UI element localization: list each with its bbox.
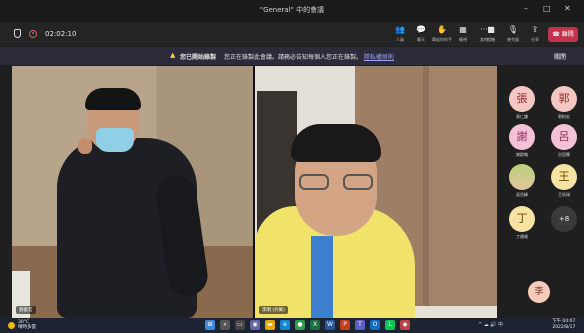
- banner-text: 您正在錄製此會議。請務必告知每個人您正在錄製。: [223, 54, 362, 61]
- participant-tile[interactable]: 王 王佑瑞: [544, 164, 584, 198]
- rooms-icon: ▦: [459, 25, 467, 34]
- warning-icon: ▲: [170, 51, 176, 59]
- face-mask: [96, 128, 134, 152]
- camera-icon: ■: [487, 25, 495, 34]
- excel-icon[interactable]: X: [310, 320, 320, 330]
- more-participants-button[interactable]: +8: [544, 206, 584, 232]
- share-button[interactable]: ⇪ 分享: [524, 25, 546, 43]
- shelf: [405, 306, 497, 318]
- people-icon: 👥: [395, 25, 405, 34]
- people-button[interactable]: 👥 人員: [389, 25, 411, 43]
- leave-button[interactable]: ☎ 離開: [548, 27, 578, 42]
- participant-name: 張仁謙: [516, 114, 528, 119]
- camera-label: 相機: [487, 37, 495, 42]
- dismiss-banner-button[interactable]: 關閉: [554, 52, 566, 61]
- participant-name: 呂昆霖: [558, 152, 570, 157]
- avatar-photo: [509, 164, 535, 190]
- maximize-button[interactable]: □: [543, 4, 551, 13]
- mic-label: 麥克風: [507, 37, 519, 42]
- teams-chat-icon[interactable]: ◉: [250, 320, 260, 330]
- meeting-toolbar: 02:02:10 👥 人員 💬 聊天 ✋ 舉起你的手 ▦ 檢視 ··· 其他 ■ 相機 🎙 麥…: [0, 22, 584, 46]
- chat-label: 聊天: [417, 37, 425, 42]
- participant-name: 王佑瑞: [558, 192, 570, 197]
- view-button[interactable]: ▦ 檢視: [452, 25, 474, 43]
- participant-tile[interactable]: 張 張仁謙: [502, 86, 542, 120]
- avatar: 郭: [551, 86, 577, 112]
- task-view-icon[interactable]: ▭: [235, 320, 245, 330]
- participant-hand: [78, 138, 92, 154]
- avatar: 謝: [509, 124, 535, 150]
- raise-hand-label: 舉起你的手: [432, 37, 452, 42]
- tile-name-right: 李明 (外賓): [259, 306, 288, 314]
- view-label: 檢視: [459, 37, 467, 42]
- file-explorer-icon[interactable]: ▬: [265, 320, 275, 330]
- raise-hand-button[interactable]: ✋ 舉起你的手: [431, 25, 453, 43]
- banner-message: 您已開始錄製 您正在錄製此會議。請務必告知每個人您正在錄製。 隱私權原則: [180, 52, 394, 61]
- more-participants-count: +8: [551, 206, 577, 232]
- glasses: [299, 174, 375, 192]
- mic-button[interactable]: 🎙 麥克風: [502, 25, 524, 43]
- clock[interactable]: 下午 04:07 2022/8/17: [552, 319, 575, 331]
- video-stage: 劉俊宏 李明 (外賓): [12, 66, 497, 318]
- participant-tile[interactable]: 吳岳峰: [502, 164, 542, 198]
- participant-name: 吳岳峰: [516, 192, 528, 197]
- video-tile-left[interactable]: 劉俊宏: [12, 66, 253, 318]
- participant-name: 謝群翰: [516, 152, 528, 157]
- phone-icon: ☎: [552, 31, 562, 38]
- recording-icon: [29, 29, 37, 38]
- participant-name: 丁建威: [516, 234, 528, 239]
- clock-date: 2022/8/17: [552, 325, 576, 330]
- app-icon[interactable]: ◆: [400, 320, 410, 330]
- edge-icon[interactable]: e: [280, 320, 290, 330]
- windows-taskbar: 30°C 晴時多雲 ⊞ ⌕ ▭ ◉ ▬ e ● X W P T O L ◆ ^ …: [0, 318, 584, 333]
- mic-off-icon: 🎙: [507, 25, 519, 34]
- chat-icon: 💬: [416, 25, 426, 34]
- share-icon: ⇪: [531, 25, 539, 34]
- leave-label: 離開: [561, 31, 574, 38]
- chat-button[interactable]: 💬 聊天: [410, 25, 432, 43]
- meeting-status: 02:02:10: [14, 29, 76, 38]
- avatar: 丁: [509, 206, 535, 232]
- participant-name: 郭柏宏: [558, 114, 570, 119]
- meeting-timer: 02:02:10: [45, 29, 77, 38]
- teams-icon[interactable]: T: [355, 320, 365, 330]
- chrome-icon[interactable]: ●: [295, 320, 305, 330]
- system-tray[interactable]: ^ ☁ 🔊 中: [478, 321, 503, 328]
- recording-banner: ▲ 您已開始錄製 您正在錄製此會議。請務必告知每個人您正在錄製。 隱私權原則 關…: [0, 47, 584, 65]
- share-label: 分享: [531, 37, 539, 42]
- participant-tile[interactable]: 呂 呂昆霖: [544, 124, 584, 158]
- shield-icon: [14, 29, 21, 38]
- participant-hair: [85, 88, 141, 110]
- banner-title: 您已開始錄製: [180, 54, 217, 61]
- powerpoint-icon[interactable]: P: [340, 320, 350, 330]
- avatar: 王: [551, 164, 577, 190]
- participant-hair: [291, 124, 381, 162]
- title-bar: "General" 中的會議 – □ ✕: [0, 0, 584, 22]
- window-title: "General" 中的會議: [259, 6, 325, 14]
- shirt-stripe: [311, 236, 333, 318]
- windows-icon[interactable]: ⊞: [205, 320, 215, 330]
- self-view-avatar[interactable]: 李: [528, 281, 550, 303]
- video-tile-right[interactable]: 李明 (外賓): [255, 66, 497, 318]
- outlook-icon[interactable]: O: [370, 320, 380, 330]
- minimize-button[interactable]: –: [524, 4, 528, 13]
- line-icon[interactable]: L: [385, 320, 395, 330]
- weather-text: 晴時多雲: [18, 325, 36, 330]
- participant-tile[interactable]: 謝 謝群翰: [502, 124, 542, 158]
- privacy-link[interactable]: 隱私權原則: [364, 54, 394, 61]
- raise-hand-icon: ✋: [437, 25, 447, 34]
- people-label: 人員: [396, 37, 404, 42]
- weather-icon[interactable]: [8, 322, 15, 329]
- participant-tile[interactable]: 郭 郭柏宏: [544, 86, 584, 120]
- avatar: 呂: [551, 124, 577, 150]
- weather-widget[interactable]: 30°C 晴時多雲: [18, 320, 36, 330]
- participant-tile[interactable]: 丁 丁建威: [502, 206, 542, 240]
- camera-button[interactable]: ■ 相機: [480, 25, 502, 43]
- taskbar-apps: ⊞ ⌕ ▭ ◉ ▬ e ● X W P T O L ◆: [205, 320, 410, 330]
- avatar: 張: [509, 86, 535, 112]
- close-window-button[interactable]: ✕: [564, 4, 571, 13]
- tile-name-left: 劉俊宏: [16, 306, 36, 314]
- word-icon[interactable]: W: [325, 320, 335, 330]
- search-icon[interactable]: ⌕: [220, 320, 230, 330]
